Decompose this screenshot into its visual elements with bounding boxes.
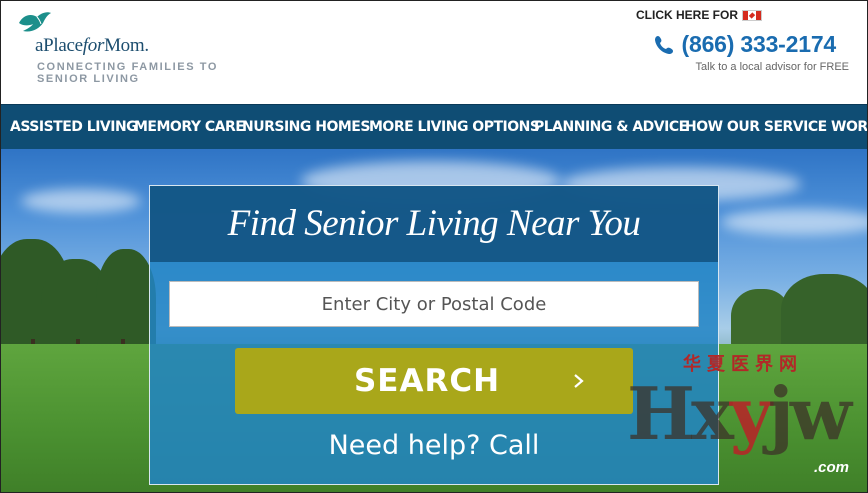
phone-link[interactable]: (866) 333-2174 [654,31,836,58]
logo-text-for: for [82,35,105,56]
watermark-main-b: jw [767,371,852,456]
search-input[interactable] [169,281,699,327]
main-nav: ASSISTED LIVING MEMORY CARE NURSING HOME… [1,104,867,150]
search-button-label: SEARCH [353,363,501,399]
watermark: 华夏医界网 Hxyjw .com [627,346,863,486]
watermark-logo: Hxyjw [627,371,852,456]
canada-link-label: CLICK HERE FOR [636,8,738,22]
canada-flag-icon [742,9,762,21]
phone-icon [654,35,673,54]
search-title: Find Senior Living Near You [227,203,641,244]
search-button[interactable]: SEARCH [235,348,633,414]
site-header: aPlaceforMom. CONNECTING FAMILIES TO SEN… [1,1,867,104]
watermark-domain: .com [813,459,849,476]
logo-text-place: Place [43,35,83,56]
logo-text-a: a [35,35,44,56]
nav-more-living-options[interactable]: MORE LIVING OPTIONS [369,105,540,150]
logo-tagline: CONNECTING FAMILIES TO SENIOR LIVING [37,61,219,85]
watermark-main-a: Hx [627,371,734,456]
nav-how-our-service-works[interactable]: HOW OUR SERVICE WORKS [685,105,867,150]
page: aPlaceforMom. CONNECTING FAMILIES TO SEN… [0,0,868,493]
canada-link[interactable]: CLICK HERE FOR [636,8,762,22]
nav-planning-advice[interactable]: PLANNING & ADVICE [534,105,688,150]
nav-memory-care[interactable]: MEMORY CARE [134,105,245,150]
watermark-main-r: y [729,371,772,456]
site-logo[interactable]: aPlaceforMom. CONNECTING FAMILIES TO SEN… [17,9,247,89]
nav-nursing-homes[interactable]: NURSING HOMES [242,105,370,150]
chevron-right-icon [574,374,584,388]
phone-number: (866) 333-2174 [681,31,837,57]
nav-assisted-living[interactable]: ASSISTED LIVING [10,105,138,150]
advisor-text: Talk to a local advisor for FREE [695,61,849,73]
logo-text-mom: Mom. [104,35,149,56]
logo-wordmark: aPlaceforMom. [35,35,149,57]
